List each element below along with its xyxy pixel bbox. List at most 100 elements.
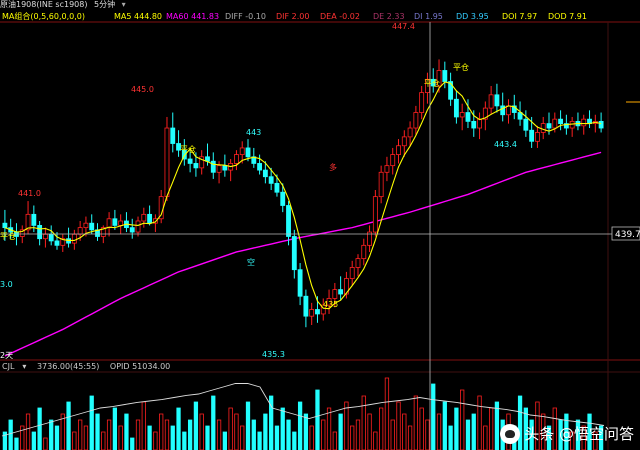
watermark-text: 头条 @悟空问答: [524, 425, 634, 443]
candle-body: [390, 154, 396, 167]
candle-body: [309, 309, 315, 317]
indicator-di: DI 1.95: [414, 12, 443, 21]
candle-body: [106, 218, 112, 229]
candle-body: [234, 154, 239, 164]
candle-body: [378, 171, 384, 198]
period-selector[interactable]: 5分钟: [94, 0, 115, 9]
candle-body: [419, 92, 425, 113]
volume-bar: [187, 419, 193, 450]
candle-body: [500, 105, 506, 116]
price-chart[interactable]: 439.7 447.4 445.0 441.0 443 443.4 435 43…: [0, 0, 640, 450]
volume-bar: [89, 395, 94, 450]
candle-body: [465, 112, 471, 122]
indicator-ma60: MA60 441.83: [166, 12, 220, 21]
candle-body: [488, 94, 494, 109]
indicator-bar: MA组合(0,5,60,0,0,0) MA5 444.80 MA60 441.8…: [0, 10, 640, 24]
indicator-ma5: MA5 444.80: [114, 12, 162, 21]
candle-body: [216, 165, 222, 173]
volume-bar: [216, 419, 222, 450]
chevron-down-icon[interactable]: ▾: [22, 362, 26, 371]
volume-bar: [193, 401, 199, 450]
candle-body: [401, 136, 407, 147]
signal-close-position-3: 平仓: [424, 78, 440, 88]
volume-bar: [72, 431, 77, 450]
volume-bar: [153, 431, 158, 450]
candle-body: [291, 236, 297, 271]
candle-body: [303, 295, 309, 317]
volume-bar: [494, 401, 500, 450]
volume-bar: [379, 407, 384, 450]
candle-body: [77, 227, 83, 235]
candle-body: [141, 213, 147, 222]
volume-bar: [222, 431, 227, 450]
volume-bar: [31, 431, 36, 450]
indicator-dea: DEA -0.02: [320, 12, 360, 21]
candle-body: [459, 112, 465, 118]
annotation-2-days: 2天: [0, 351, 13, 360]
volume-bar: [297, 401, 303, 450]
volume-bar: [135, 419, 141, 450]
volume-bar: [396, 401, 401, 450]
candle-body: [581, 118, 587, 127]
indicator-dif: DIF 2.00: [276, 12, 310, 21]
candle-body: [384, 165, 390, 173]
volume-bar: [78, 419, 83, 450]
volume-bar: [477, 395, 482, 450]
volume-bar: [436, 413, 442, 450]
candle-body: [262, 169, 268, 178]
candle-body: [193, 163, 199, 169]
volume-bar: [176, 407, 181, 450]
annotation-443: 443: [246, 128, 261, 137]
signal-close-position-2: 平仓: [180, 144, 196, 154]
volume-bar: [54, 425, 60, 450]
annotation-435: 435: [323, 300, 338, 309]
volume-bar: [332, 431, 337, 450]
volume-bar: [257, 431, 262, 450]
candle-body: [129, 227, 135, 233]
candle-body: [396, 145, 401, 155]
candle-body: [187, 158, 193, 164]
annotation-low-443-4: 443.4: [494, 140, 517, 149]
candle-body: [37, 225, 43, 240]
volume-bar: [263, 413, 268, 450]
volume-bar: [321, 419, 326, 450]
indicator-de: DE 2.33: [373, 12, 405, 21]
signal-long: 多: [329, 162, 337, 172]
candle-body: [407, 127, 413, 138]
candle-body: [361, 244, 367, 260]
volume-bar: [182, 431, 187, 450]
candle-body: [71, 233, 77, 244]
indicator-ma-combo[interactable]: MA组合(0,5,60,0,0,0): [2, 10, 85, 24]
candle-body: [83, 222, 89, 229]
annotation-high-441: 441.0: [18, 189, 41, 198]
indicator-diff: DIFF -0.10: [225, 12, 266, 21]
wukong-logo-icon: [500, 423, 521, 444]
volume-bar: [488, 407, 494, 450]
volume-bar: [413, 395, 419, 450]
candle-body: [529, 129, 535, 142]
volume-bar: [170, 425, 175, 450]
volume-bar: [164, 419, 170, 450]
volume-bar: [106, 419, 112, 450]
volume-label[interactable]: CJL: [2, 362, 14, 371]
volume-bar: [251, 419, 256, 450]
indicator-doi: DOI 7.97: [502, 12, 538, 21]
candle-body: [598, 120, 604, 129]
volume-bar: [43, 437, 48, 450]
instrument-title[interactable]: 原油1908(INE sc1908): [0, 0, 87, 9]
candle-body: [286, 205, 291, 237]
volume-bar: [286, 419, 291, 450]
volume-bar: [234, 413, 239, 450]
candle-body: [477, 118, 482, 129]
chevron-down-icon[interactable]: ▾: [122, 0, 126, 9]
volume-bar: [124, 413, 129, 450]
volume-bar: [8, 419, 13, 450]
candle-body: [332, 289, 338, 299]
candle-body: [372, 196, 378, 233]
annotation-high-445: 445.0: [131, 85, 154, 94]
candle-body: [274, 182, 280, 193]
volume-bar: [199, 413, 204, 450]
volume-bar: [83, 425, 89, 450]
volume-bar: [205, 425, 210, 450]
volume-bar: [292, 431, 297, 450]
